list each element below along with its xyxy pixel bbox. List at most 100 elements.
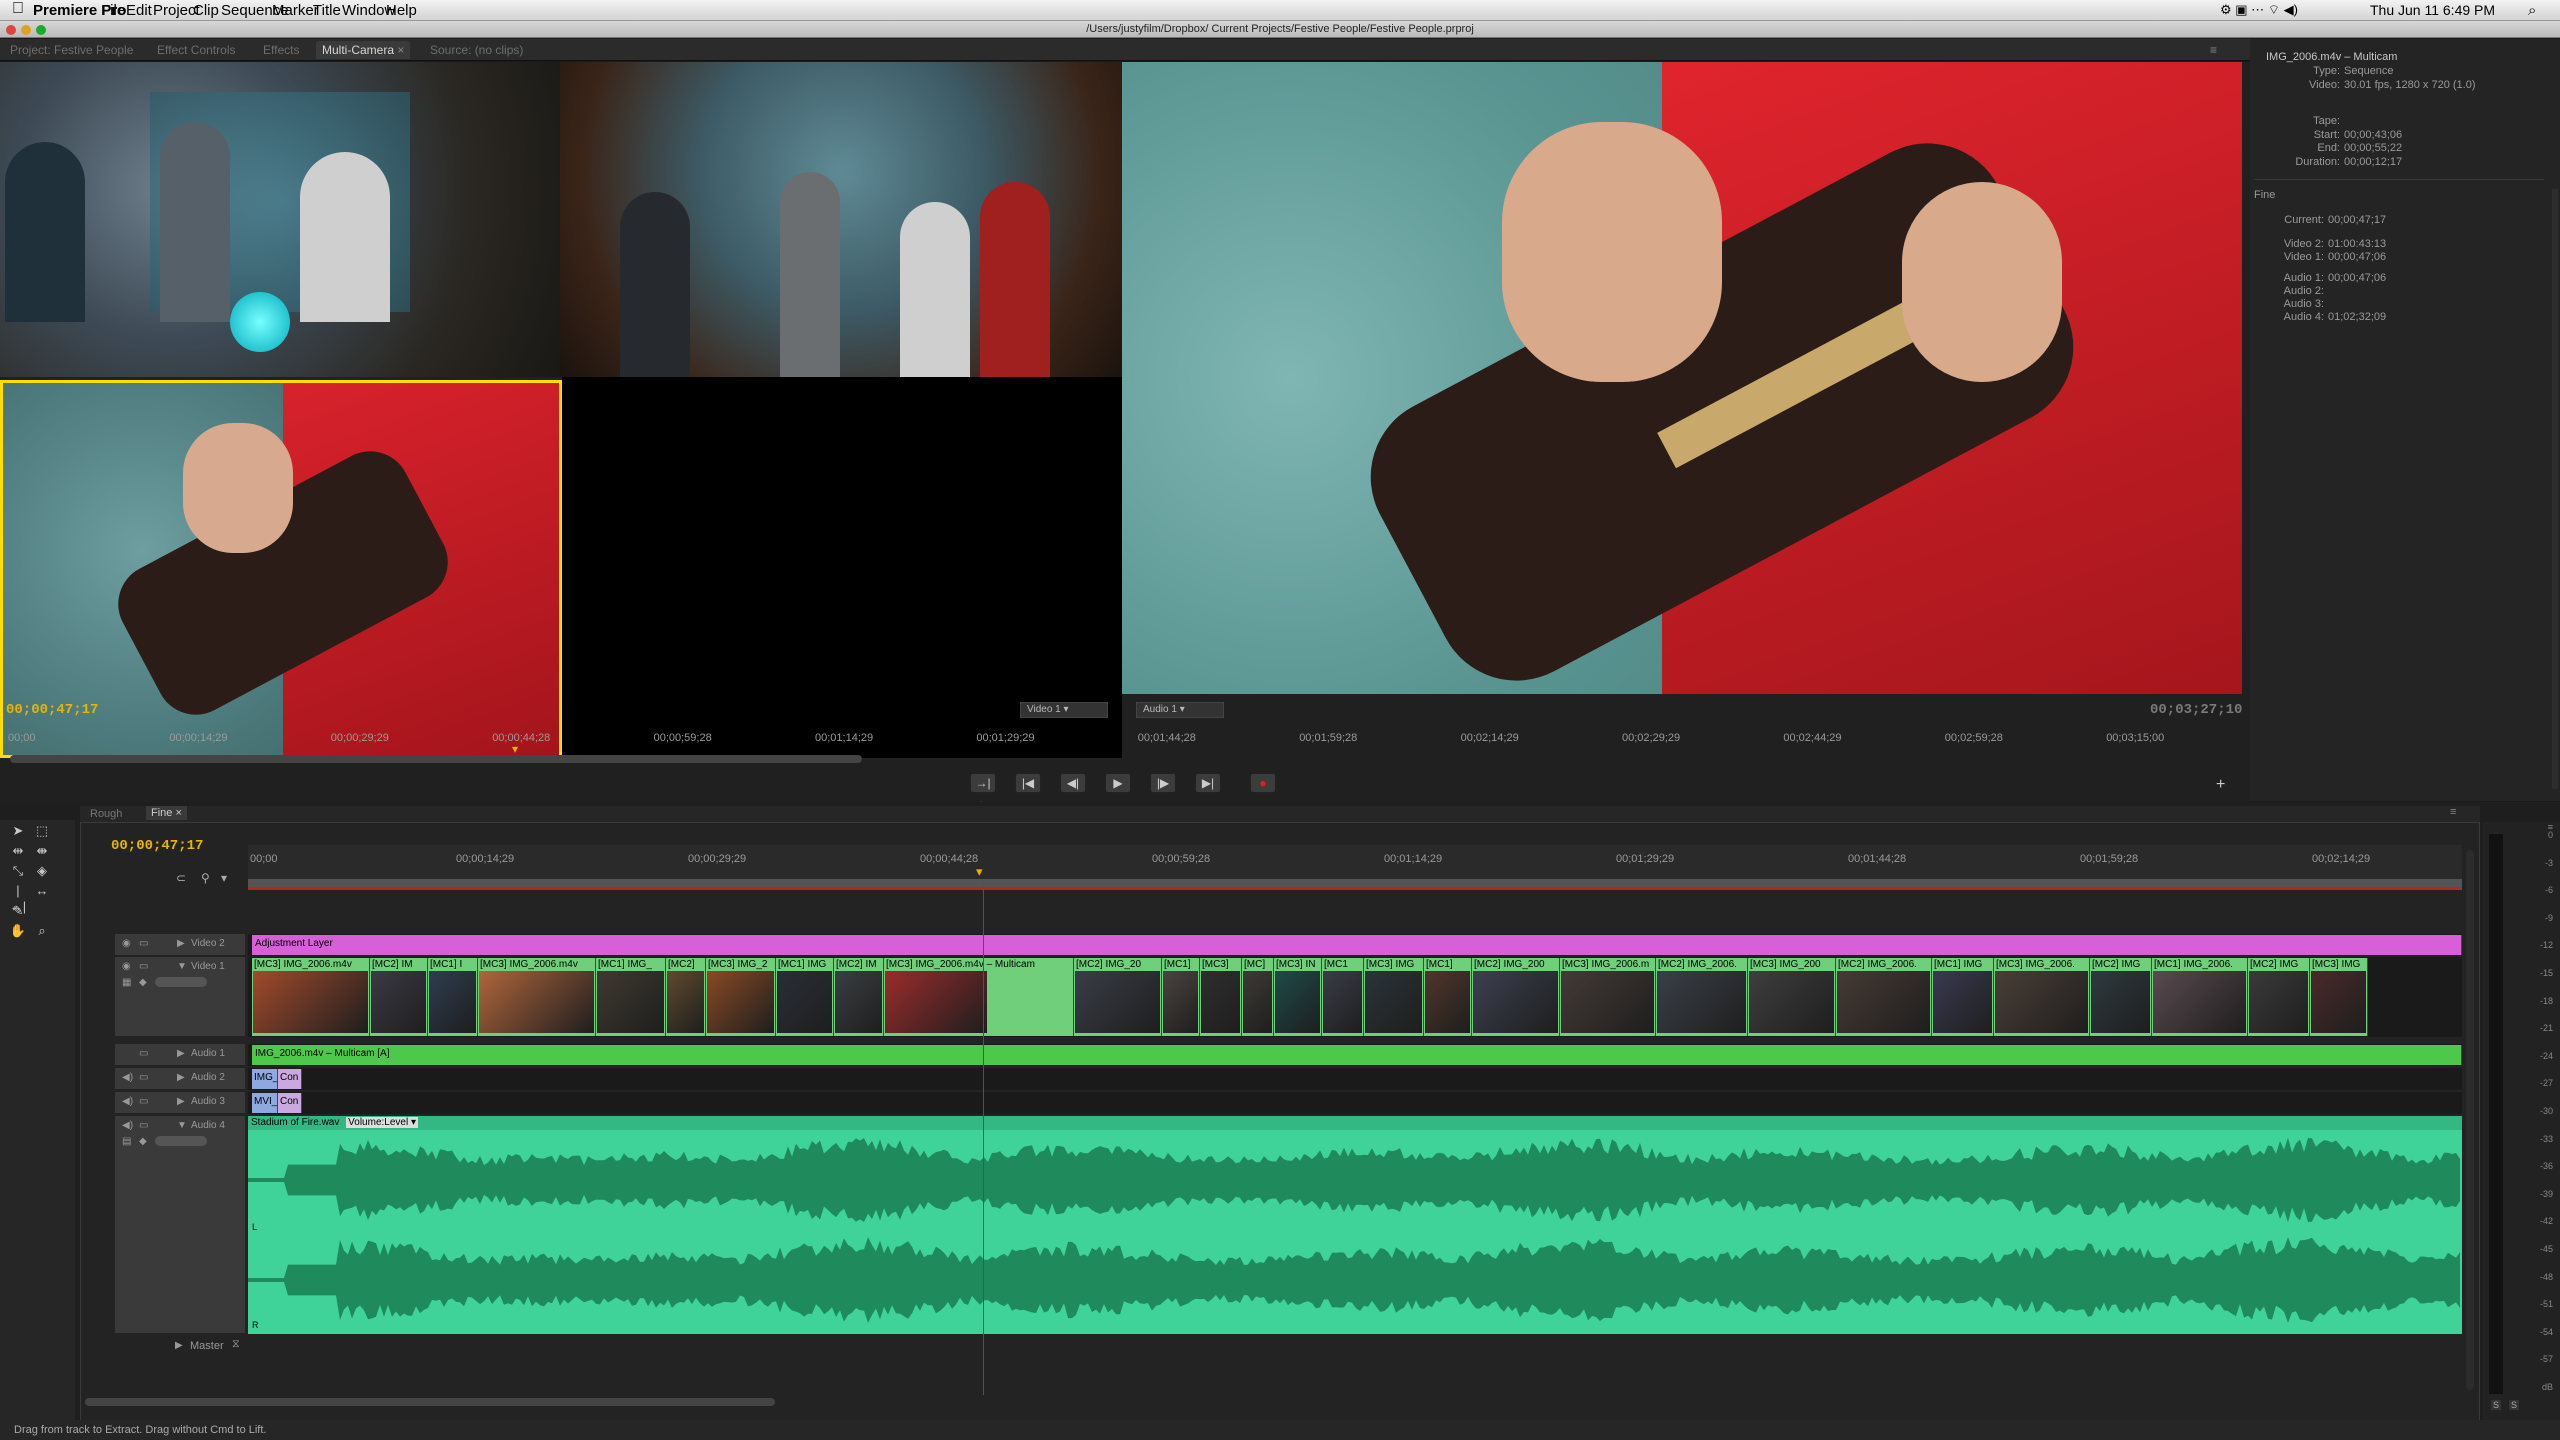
- playhead-marker[interactable]: ▾: [512, 742, 526, 756]
- video1-clip[interactable]: [MC1: [1322, 958, 1364, 1036]
- track-header-audio3[interactable]: ◀) ▭ ▶ Audio 3: [115, 1092, 245, 1114]
- keyframe-icon[interactable]: ◆: [139, 1136, 147, 1147]
- zoom-scrollbar[interactable]: [10, 755, 862, 763]
- video1-clip[interactable]: [MC3] IMG: [2310, 958, 2368, 1036]
- video1-clip[interactable]: [MC2] IMG: [2090, 958, 2152, 1036]
- eye-icon[interactable]: ◉: [122, 938, 131, 949]
- audio3-clip[interactable]: MVI_(: [252, 1093, 278, 1113]
- track-header-video2[interactable]: ◉ ▭ ▶ Video 2: [115, 934, 245, 956]
- display-style-icon[interactable]: ▦: [122, 977, 131, 988]
- video1-clip[interactable]: [MC1] IMG: [1932, 958, 1994, 1036]
- video1-clip[interactable]: [MC1] I: [428, 958, 478, 1036]
- ripple-edit-tool-icon[interactable]: ⇹: [9, 843, 27, 859]
- video1-clip[interactable]: [MC1] IMG_2006.: [2152, 958, 2248, 1036]
- speaker-icon[interactable]: ◀): [122, 1120, 133, 1131]
- timeline-playhead-head[interactable]: ▾: [976, 864, 983, 880]
- video1-clip[interactable]: [MC2] IM: [370, 958, 428, 1036]
- lock-icon[interactable]: ▭: [139, 1096, 148, 1107]
- video1-clip[interactable]: [MC2] IMG_2006.: [1836, 958, 1932, 1036]
- step-forward-icon[interactable]: |▶: [1150, 773, 1176, 793]
- keyframe-nav[interactable]: [155, 1136, 207, 1146]
- tab-multi-camera[interactable]: Multi-Camera ×: [316, 41, 410, 59]
- timeline-vertical-scrollbar[interactable]: [2466, 850, 2474, 1390]
- audio2-clip[interactable]: IMG_: [252, 1069, 278, 1089]
- effect-dropdown[interactable]: Volume:Level ▾: [346, 1117, 418, 1128]
- timeline-panel-menu-icon[interactable]: ≡: [2450, 806, 2456, 818]
- expand-icon[interactable]: ▶: [177, 1048, 185, 1059]
- menu-clip[interactable]: Clip: [193, 2, 219, 19]
- minimize-window-icon[interactable]: [21, 25, 31, 35]
- track-header-audio2[interactable]: ◀) ▭ ▶ Audio 2: [115, 1068, 245, 1090]
- close-tab-icon[interactable]: ×: [397, 43, 404, 57]
- collapse-icon[interactable]: ▼: [177, 1120, 187, 1131]
- display-style-icon[interactable]: ▤: [122, 1136, 131, 1147]
- menubar-clock[interactable]: Thu Jun 11 6:49 PM: [2370, 2, 2495, 18]
- video-track-select[interactable]: Video 1 ▾: [1020, 702, 1108, 718]
- hand-tool-icon[interactable]: ✋: [9, 923, 27, 939]
- spotlight-icon[interactable]: ⌕: [2528, 2, 2536, 19]
- camera-2-angle[interactable]: [560, 62, 1122, 377]
- video1-clip[interactable]: [MC]: [1242, 958, 1274, 1036]
- eye-icon[interactable]: ◉: [122, 961, 131, 972]
- master-clip-icon[interactable]: ⧖: [232, 1338, 240, 1351]
- go-to-in-icon[interactable]: |◀: [1015, 773, 1041, 793]
- expand-icon[interactable]: ▶: [177, 938, 185, 949]
- info-scrollbar[interactable]: [2552, 189, 2558, 789]
- step-back-icon[interactable]: ◀|: [1060, 773, 1086, 793]
- video1-clip[interactable]: [MC2]: [666, 958, 706, 1036]
- track-header-audio4[interactable]: ◀) ▭ ▼ Audio 4 ▤ ◆: [115, 1116, 245, 1334]
- adjustment-layer-clip[interactable]: Adjustment Layer: [252, 935, 2462, 955]
- video1-clip[interactable]: [MC3] IMG_2: [706, 958, 776, 1036]
- work-area-bar[interactable]: [248, 879, 2462, 887]
- video1-clip[interactable]: [MC3]: [1200, 958, 1242, 1036]
- multicam-time-ruler[interactable]: 00;00 00;00;14;29 00;00;29;29 00;00;44;28 00…: [0, 730, 2240, 746]
- rolling-edit-tool-icon[interactable]: ⇼: [33, 843, 51, 859]
- close-window-icon[interactable]: [6, 25, 16, 35]
- menu-title[interactable]: Title: [313, 2, 341, 19]
- video1-clip[interactable]: [MC1]: [1424, 958, 1472, 1036]
- tab-effects[interactable]: Effects: [263, 43, 299, 57]
- speaker-icon[interactable]: ◀): [122, 1096, 133, 1107]
- menu-file[interactable]: File: [101, 2, 125, 19]
- solo-button-left[interactable]: S: [2491, 1400, 2501, 1410]
- timeline-playhead-line[interactable]: [983, 880, 984, 1395]
- keyframe-icon[interactable]: ◆: [139, 977, 147, 988]
- audio4-clip-header[interactable]: Stadium of Fire.wav Volume:Level ▾: [248, 1116, 2462, 1130]
- rate-stretch-tool-icon[interactable]: ⤡: [9, 863, 27, 879]
- slip-tool-icon[interactable]: |↔|: [9, 883, 27, 899]
- video1-clip[interactable]: [MC2] IMG_20: [1074, 958, 1162, 1036]
- solo-button-right[interactable]: S: [2509, 1400, 2519, 1410]
- add-button[interactable]: +: [2216, 776, 2225, 794]
- tab-fine[interactable]: Fine ×: [146, 806, 187, 820]
- selection-tool-icon[interactable]: ➤: [9, 823, 27, 839]
- expand-icon[interactable]: ▶: [177, 1072, 185, 1083]
- timeline-horizontal-scrollbar[interactable]: [85, 1398, 775, 1406]
- video1-clip[interactable]: [MC2] IM: [834, 958, 884, 1036]
- menu-edit[interactable]: Edit: [126, 2, 152, 19]
- expand-icon[interactable]: ▶: [177, 1096, 185, 1107]
- loop-in-out-icon[interactable]: →|←: [970, 773, 996, 793]
- menu-help[interactable]: Help: [386, 2, 417, 19]
- video1-clip[interactable]: [MC2] IMG: [2248, 958, 2310, 1036]
- video1-clip[interactable]: [MC1]: [1162, 958, 1200, 1036]
- apple-icon[interactable]: : [12, 0, 24, 18]
- lock-icon[interactable]: ▭: [139, 1072, 148, 1083]
- audio2-transition[interactable]: Con: [278, 1069, 302, 1089]
- video1-clip[interactable]: [MC3] IMG_200: [1748, 958, 1836, 1036]
- video1-clip[interactable]: [MC3] IN: [1274, 958, 1322, 1036]
- lock-icon[interactable]: ▭: [139, 1048, 148, 1059]
- master-expand-icon[interactable]: ▶: [175, 1340, 183, 1351]
- razor-tool-icon[interactable]: ◈: [33, 863, 51, 879]
- keyframe-nav[interactable]: [155, 977, 207, 987]
- video1-clip[interactable]: [MC3] IMG_2006.m4v: [478, 958, 596, 1036]
- video1-clip[interactable]: [MC1] IMG: [776, 958, 834, 1036]
- panel-menu-icon[interactable]: ≡: [2210, 43, 2217, 57]
- current-timecode[interactable]: 00;00;47;17: [6, 702, 98, 718]
- audio1-clip[interactable]: IMG_2006.m4v – Multicam [A]: [252, 1045, 2462, 1065]
- play-icon[interactable]: ▶: [1105, 773, 1131, 793]
- video1-clip[interactable]: [MC2] IMG_2006.: [1656, 958, 1748, 1036]
- video1-clip[interactable]: [MC1] IMG_: [596, 958, 666, 1036]
- pen-tool-icon[interactable]: ✎: [9, 903, 27, 919]
- video1-clip[interactable]: [MC3] IMG_2006.m: [1560, 958, 1656, 1036]
- video1-clip[interactable]: [MC2] IMG_200: [1472, 958, 1560, 1036]
